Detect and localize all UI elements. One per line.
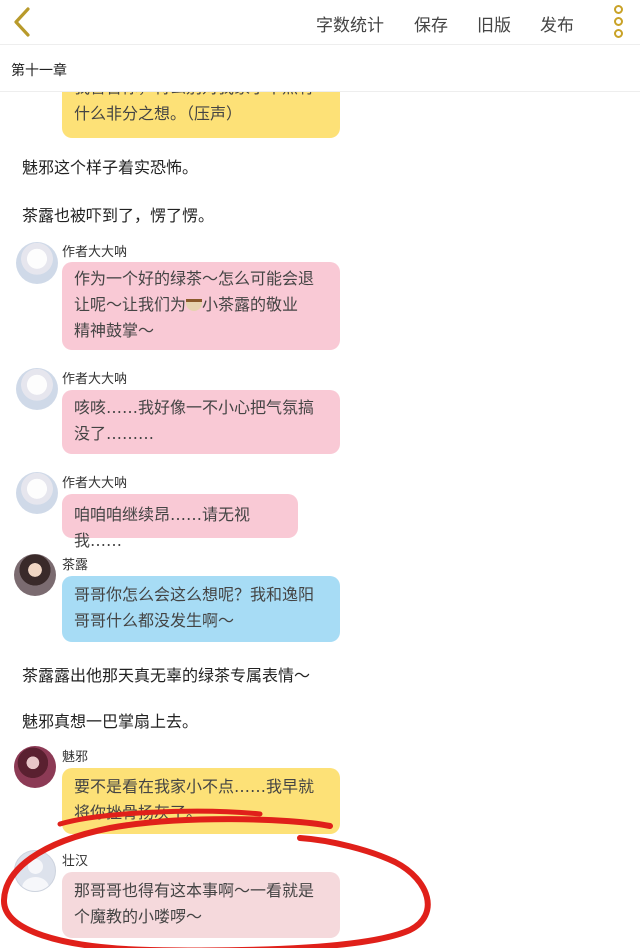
chat-content[interactable]: 我警告你，特么别对我家小不点有 什么非分之想。（压声） 魅邪这个样子着实恐怖。 … <box>0 92 640 948</box>
back-button[interactable] <box>8 6 38 38</box>
narration-text: 茶露也被吓到了，愣了愣。 <box>22 206 215 225</box>
message-text-line: 作为一个好的绿茶～怎么可能会退 <box>74 269 315 288</box>
avatar[interactable] <box>14 554 56 596</box>
avatar[interactable] <box>16 368 58 410</box>
message-bubble: 作为一个好的绿茶～怎么可能会退 让呢～让我们为 小茶露的敬业 精神鼓掌～ <box>62 262 340 350</box>
chapter-header: 第十一章 <box>0 44 640 92</box>
message-text-line: 哥哥什么都没发生啊～ <box>74 611 235 630</box>
avatar[interactable] <box>16 242 58 284</box>
message-text-line: 小茶露的敬业 <box>202 295 299 314</box>
avatar[interactable] <box>16 472 58 514</box>
narration-text: 魅邪真想一巴掌扇上去。 <box>22 712 199 731</box>
narration-text: 魅邪这个样子着实恐怖。 <box>22 158 199 177</box>
speaker-name: 作者大大呐 <box>62 245 128 260</box>
save-button[interactable]: 保存 <box>414 11 448 36</box>
avatar[interactable] <box>14 850 56 892</box>
message-bubble: 哥哥你怎么会这么想呢？我和逸阳 哥哥什么都没发生啊～ <box>62 576 340 642</box>
message-bubble: 那哥哥也得有这本事啊～一看就是 个魔教的小喽啰～ <box>62 872 340 938</box>
chevron-left-icon <box>14 7 30 37</box>
message-bubble: 咱咱咱继续昂……请无视我…… <box>62 494 298 550</box>
chapter-title[interactable]: 第十一章 <box>11 60 67 80</box>
message-text-line: 那哥哥也得有这本事啊～一看就是 <box>74 881 315 900</box>
message-text-line: 咱咱咱继续昂……请无视我…… <box>74 505 251 550</box>
message-bubble: 我警告你，特么别对我家小不点有 什么非分之想。（压声） <box>62 92 340 138</box>
speaker-name: 魅邪 <box>62 750 89 765</box>
message-bubble: 要不是看在我家小不点……我早就 将你挫骨扬灰了。 <box>62 768 340 834</box>
speaker-name: 作者大大呐 <box>62 476 128 491</box>
message-text-line: 什么非分之想。（压声） <box>74 104 243 123</box>
message-text-line: 要不是看在我家小不点……我早就 <box>74 777 315 796</box>
top-toolbar: 字数统计 保存 旧版 发布 <box>0 0 640 44</box>
message-text-line: 咳咳……我好像一不小心把气氛搞 <box>74 398 315 417</box>
speaker-name: 茶露 <box>62 558 89 573</box>
speaker-name: 作者大大呐 <box>62 372 128 387</box>
more-vertical-icon[interactable] <box>610 5 628 39</box>
message-text-line: 没了……… <box>74 424 155 443</box>
old-version-button[interactable]: 旧版 <box>477 11 511 36</box>
speaker-name: 壮汉 <box>62 854 89 869</box>
publish-button[interactable]: 发布 <box>540 11 574 36</box>
tea-cup-emoji <box>186 299 203 311</box>
message-bubble: 咳咳……我好像一不小心把气氛搞 没了……… <box>62 390 340 454</box>
word-count-button[interactable]: 字数统计 <box>316 11 384 36</box>
message-text-line: 将你挫骨扬灰了。 <box>74 803 203 822</box>
message-text-line: 我警告你，特么别对我家小不点有 <box>74 92 328 101</box>
narration-text: 茶露露出他那天真无辜的绿茶专属表情～ <box>22 666 311 685</box>
message-text-line: 精神鼓掌～ <box>74 321 155 340</box>
message-text-line: 个魔教的小喽啰～ <box>74 907 203 926</box>
avatar[interactable] <box>14 746 56 788</box>
message-text-line: 哥哥你怎么会这么想呢？我和逸阳 <box>74 585 315 604</box>
message-text-line: 让呢～让我们为 <box>74 295 187 314</box>
